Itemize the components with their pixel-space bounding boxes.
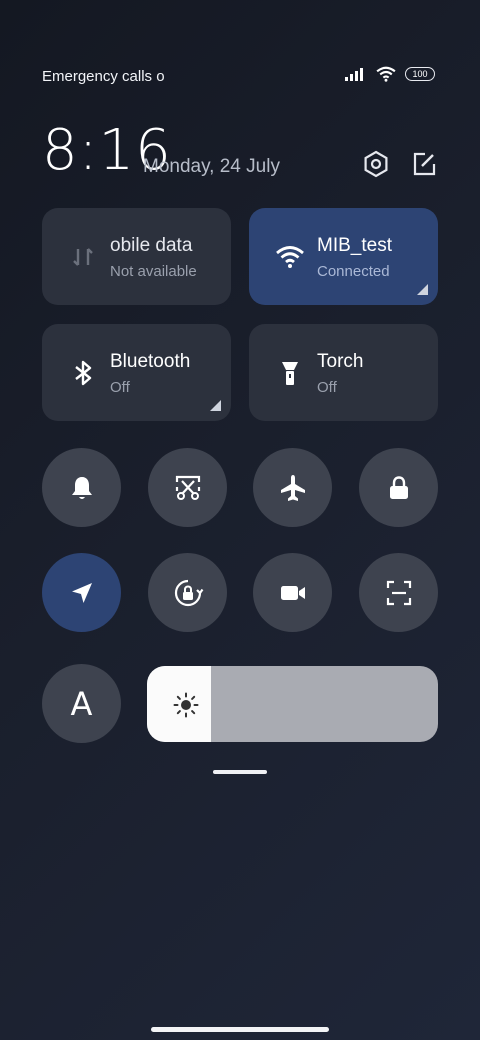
tile-torch-title: Torch xyxy=(317,351,364,372)
status-carrier-text: Emergency calls o xyxy=(42,68,165,85)
toggle-screenshot[interactable] xyxy=(148,448,227,527)
tile-wifi-title: MIB_test xyxy=(317,235,392,256)
settings-icon[interactable] xyxy=(362,150,390,178)
torch-icon xyxy=(282,362,298,385)
rotation-lock-icon xyxy=(174,579,203,606)
toggle-scanner[interactable] xyxy=(359,553,438,632)
tile-mobile-data-status: Not available xyxy=(110,263,197,280)
tile-wifi[interactable]: MIB_test Connected xyxy=(249,208,438,305)
brightness-sun-icon xyxy=(173,692,199,718)
tile-bluetooth-status: Off xyxy=(110,379,130,396)
toggle-lock-screen[interactable] xyxy=(359,448,438,527)
tile-mobile-data-title: obile data xyxy=(110,235,193,256)
wifi-icon xyxy=(276,246,304,268)
tile-mobile-data[interactable]: obile data Not available xyxy=(42,208,231,305)
bell-icon xyxy=(71,476,92,499)
date-label: Monday, 24 July xyxy=(143,156,280,177)
bluetooth-expand-corner-icon[interactable] xyxy=(210,400,221,411)
edit-icon[interactable] xyxy=(410,150,438,178)
location-icon xyxy=(71,582,92,603)
toggle-rotation-lock[interactable] xyxy=(148,553,227,632)
panel-drag-handle[interactable] xyxy=(213,770,267,774)
mobile-data-arrows-icon xyxy=(73,248,93,266)
tile-torch-status: Off xyxy=(317,379,337,396)
lock-icon xyxy=(389,475,408,499)
tile-bluetooth[interactable]: Bluetooth Off xyxy=(42,324,231,421)
signal-icon xyxy=(345,68,363,81)
toggle-mute[interactable] xyxy=(42,448,121,527)
auto-brightness-label: A xyxy=(70,684,93,723)
bluetooth-icon xyxy=(75,360,92,386)
status-bar: Emergency calls o 100 xyxy=(42,66,435,88)
home-indicator[interactable] xyxy=(151,1027,329,1032)
video-camera-icon xyxy=(280,585,305,600)
brightness-slider[interactable] xyxy=(147,666,438,742)
battery-indicator: 100 xyxy=(405,67,435,81)
toggle-location[interactable] xyxy=(42,553,121,632)
toggle-screen-recorder[interactable] xyxy=(253,553,332,632)
scan-icon xyxy=(386,580,411,605)
toggle-airplane[interactable] xyxy=(253,448,332,527)
airplane-icon xyxy=(280,474,305,501)
tile-bluetooth-title: Bluetooth xyxy=(110,351,191,372)
tile-wifi-status: Connected xyxy=(317,263,390,280)
wifi-expand-corner-icon[interactable] xyxy=(417,284,428,295)
screenshot-scissors-icon xyxy=(175,475,200,500)
status-icons: 100 xyxy=(345,66,435,82)
tile-torch[interactable]: Torch Off xyxy=(249,324,438,421)
wifi-status-icon xyxy=(376,66,396,82)
auto-brightness-button[interactable]: A xyxy=(42,664,121,743)
